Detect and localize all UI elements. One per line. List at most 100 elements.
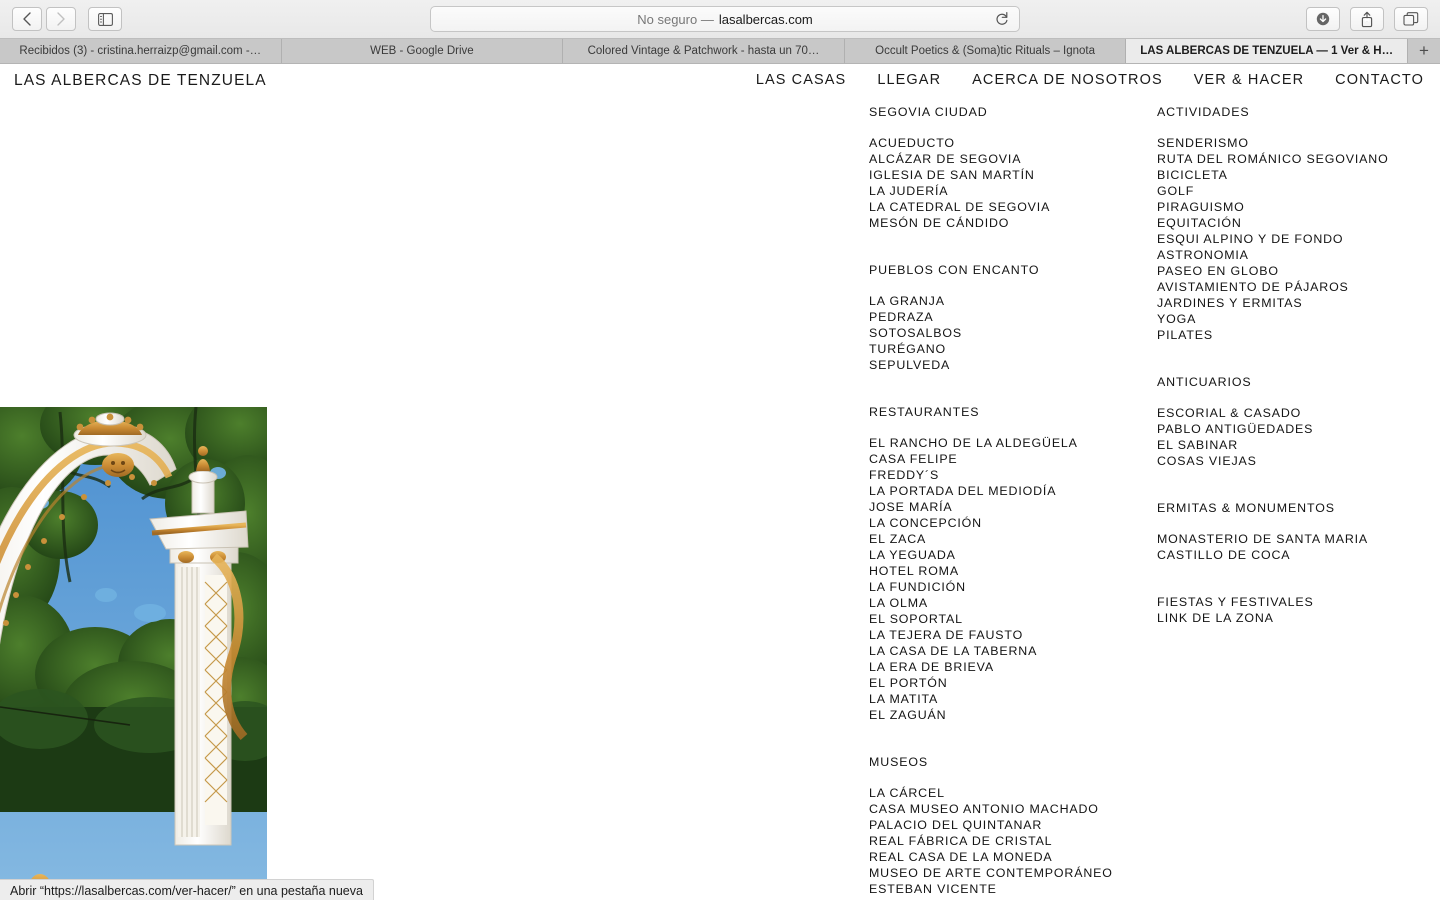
toolbar-right-group bbox=[1306, 7, 1428, 31]
menu-link[interactable]: CASA MUSEO ANTONIO MACHADO bbox=[869, 801, 1149, 817]
browser-tab[interactable]: WEB - Google Drive bbox=[281, 39, 564, 63]
browser-tab[interactable]: Recibidos (3) - cristina.herraizp@gmail.… bbox=[0, 39, 282, 63]
browser-tab[interactable]: Occult Poetics & (Soma)tic Rituals – Ign… bbox=[844, 39, 1127, 63]
tab-overview-button[interactable] bbox=[1394, 7, 1428, 31]
browser-tab[interactable]: Colored Vintage & Patchwork - hasta un 7… bbox=[563, 39, 845, 63]
tab-label: LAS ALBERCAS DE TENZUELA — 1 Ver & H… bbox=[1140, 45, 1394, 57]
nav-item-ver-hacer[interactable]: VER & HACER bbox=[1194, 72, 1304, 88]
section-items: ACUEDUCTO ALCÁZAR DE SEGOVIA IGLESIA DE … bbox=[869, 135, 1149, 231]
menu-link[interactable]: ASTRONOMIA bbox=[1157, 247, 1440, 263]
menu-link[interactable]: ESCORIAL & CASADO bbox=[1157, 405, 1440, 421]
menu-link[interactable]: MESÓN DE CÁNDIDO bbox=[869, 215, 1149, 231]
menu-link[interactable]: EL SOPORTAL bbox=[869, 611, 1149, 627]
download-icon bbox=[1316, 12, 1330, 26]
menu-link[interactable]: ALCÁZAR DE SEGOVIA bbox=[869, 151, 1149, 167]
menu-link[interactable]: SENDERISMO bbox=[1157, 135, 1440, 151]
section-items: LA CÁRCEL CASA MUSEO ANTONIO MACHADO PAL… bbox=[869, 785, 1149, 897]
copy-tabs-icon bbox=[1403, 11, 1419, 26]
menu-link[interactable]: LA CÁRCEL bbox=[869, 785, 1149, 801]
show-sidebar-button[interactable] bbox=[88, 7, 122, 31]
menu-link[interactable]: GOLF bbox=[1157, 183, 1440, 199]
menu-section-restaurantes: RESTAURANTES EL RANCHO DE LA ALDEGÜELA C… bbox=[869, 404, 1149, 723]
menu-link-fiestas-y-festivales[interactable]: FIESTAS Y FESTIVALES bbox=[1157, 594, 1440, 610]
menu-link[interactable]: REAL FÁBRICA DE CRISTAL bbox=[869, 833, 1149, 849]
tab-bar: Recibidos (3) - cristina.herraizp@gmail.… bbox=[0, 38, 1440, 63]
menu-link[interactable]: ACUEDUCTO bbox=[869, 135, 1149, 151]
menu-link[interactable]: HOTEL ROMA bbox=[869, 563, 1149, 579]
menu-link[interactable]: MUSEO DE ARTE CONTEMPORÁNEO bbox=[869, 865, 1149, 881]
section-items: FIESTAS Y FESTIVALES LINK DE LA ZONA bbox=[1157, 594, 1440, 626]
forward-button[interactable] bbox=[46, 7, 76, 31]
menu-link[interactable]: MONASTERIO DE SANTA MARIA bbox=[1157, 531, 1440, 547]
browser-tab-active[interactable]: LAS ALBERCAS DE TENZUELA — 1 Ver & H… bbox=[1126, 39, 1408, 63]
menu-link[interactable]: RUTA DEL ROMÁNICO SEGOVIANO bbox=[1157, 151, 1440, 167]
menu-link[interactable]: SEPULVEDA bbox=[869, 357, 1149, 373]
menu-link[interactable]: AVISTAMIENTO DE PÁJAROS bbox=[1157, 279, 1440, 295]
menu-link[interactable]: LA JUDERÍA bbox=[869, 183, 1149, 199]
menu-link[interactable]: COSAS VIEJAS bbox=[1157, 453, 1440, 469]
reload-button[interactable] bbox=[995, 11, 1009, 30]
nav-item-llegar[interactable]: LLEGAR bbox=[877, 72, 941, 88]
menu-link[interactable]: CASTILLO DE COCA bbox=[1157, 547, 1440, 563]
menu-link[interactable]: LA PORTADA DEL MEDIODÍA bbox=[869, 483, 1149, 499]
menu-link[interactable]: LA CATEDRAL DE SEGOVIA bbox=[869, 199, 1149, 215]
menu-link[interactable]: BICICLETA bbox=[1157, 167, 1440, 183]
menu-link[interactable]: ESTEBAN VICENTE bbox=[869, 881, 1149, 897]
menu-link[interactable]: PALACIO DEL QUINTANAR bbox=[869, 817, 1149, 833]
menu-link[interactable]: IGLESIA DE SAN MARTÍN bbox=[869, 167, 1149, 183]
back-button[interactable] bbox=[12, 7, 42, 31]
menu-link[interactable]: LA CASA DE LA TABERNA bbox=[869, 643, 1149, 659]
section-items: LA GRANJA PEDRAZA SOTOSALBOS TURÉGANO SE… bbox=[869, 293, 1149, 373]
menu-link[interactable]: LA ERA DE BRIEVA bbox=[869, 659, 1149, 675]
nav-item-contacto[interactable]: CONTACTO bbox=[1335, 72, 1424, 88]
new-tab-button[interactable]: + bbox=[1407, 39, 1440, 63]
section-items: SENDERISMO RUTA DEL ROMÁNICO SEGOVIANO B… bbox=[1157, 135, 1440, 343]
menu-link[interactable]: YOGA bbox=[1157, 311, 1440, 327]
menu-link[interactable]: EL SABINAR bbox=[1157, 437, 1440, 453]
menu-link[interactable]: LA GRANJA bbox=[869, 293, 1149, 309]
menu-link[interactable]: PILATES bbox=[1157, 327, 1440, 343]
menu-link[interactable]: EL PORTÓN bbox=[869, 675, 1149, 691]
menu-link[interactable]: EQUITACIÓN bbox=[1157, 215, 1440, 231]
menu-link[interactable]: PABLO ANTIGÜEDADES bbox=[1157, 421, 1440, 437]
menu-link[interactable]: SOTOSALBOS bbox=[869, 325, 1149, 341]
menu-link[interactable]: JARDINES Y ERMITAS bbox=[1157, 295, 1440, 311]
menu-link[interactable]: CASA FELIPE bbox=[869, 451, 1149, 467]
site-logo-title[interactable]: LAS ALBERCAS DE TENZUELA bbox=[14, 72, 267, 90]
menu-link[interactable]: LA CONCEPCIÓN bbox=[869, 515, 1149, 531]
menu-link[interactable]: LA FUNDICIÓN bbox=[869, 579, 1149, 595]
address-bar-wrapper: No seguro — lasalbercas.com bbox=[430, 6, 1020, 32]
menu-link-link-de-la-zona[interactable]: LINK DE LA ZONA bbox=[1157, 610, 1440, 626]
menu-link[interactable]: JOSE MARÍA bbox=[869, 499, 1149, 515]
menu-link[interactable]: REAL CASA DE LA MONEDA bbox=[869, 849, 1149, 865]
menu-link[interactable]: EL RANCHO DE LA ALDEGÜELA bbox=[869, 435, 1149, 451]
menu-link[interactable]: PASEO EN GLOBO bbox=[1157, 263, 1440, 279]
menu-link[interactable]: FREDDY´S bbox=[869, 467, 1149, 483]
nav-item-las-casas[interactable]: LAS CASAS bbox=[756, 72, 847, 88]
menu-section-actividades: ACTIVIDADES SENDERISMO RUTA DEL ROMÁNICO… bbox=[1157, 104, 1440, 343]
menu-link[interactable]: LA YEGUADA bbox=[869, 547, 1149, 563]
downloads-button[interactable] bbox=[1306, 7, 1340, 31]
menu-section-anticuarios: ANTICUARIOS ESCORIAL & CASADO PABLO ANTI… bbox=[1157, 374, 1440, 469]
menu-link[interactable]: EL ZAGUÁN bbox=[869, 707, 1149, 723]
menu-link[interactable]: TURÉGANO bbox=[869, 341, 1149, 357]
share-button[interactable] bbox=[1350, 7, 1384, 31]
menu-link[interactable]: ESQUI ALPINO Y DE FONDO bbox=[1157, 231, 1440, 247]
menu-link[interactable]: PIRAGUISMO bbox=[1157, 199, 1440, 215]
menu-link[interactable]: PEDRAZA bbox=[869, 309, 1149, 325]
section-title: RESTAURANTES bbox=[869, 405, 980, 419]
menu-column-right: ACTIVIDADES SENDERISMO RUTA DEL ROMÁNICO… bbox=[1157, 104, 1440, 626]
menu-link[interactable]: EL ZACA bbox=[869, 531, 1149, 547]
fountain-photo-graphic bbox=[0, 407, 267, 900]
menu-link[interactable]: LA MATITA bbox=[869, 691, 1149, 707]
main-navigation: LAS CASAS LLEGAR ACERCA DE NOSOTROS VER … bbox=[756, 72, 1424, 88]
hero-fountain-photo bbox=[0, 407, 267, 900]
menu-link[interactable]: LA TEJERA DE FAUSTO bbox=[869, 627, 1149, 643]
address-bar[interactable]: No seguro — lasalbercas.com bbox=[430, 6, 1020, 32]
nav-item-acerca-de-nosotros[interactable]: ACERCA DE NOSOTROS bbox=[972, 72, 1163, 88]
menu-section-extra-links: FIESTAS Y FESTIVALES LINK DE LA ZONA bbox=[1157, 594, 1440, 626]
menu-link[interactable]: LA OLMA bbox=[869, 595, 1149, 611]
